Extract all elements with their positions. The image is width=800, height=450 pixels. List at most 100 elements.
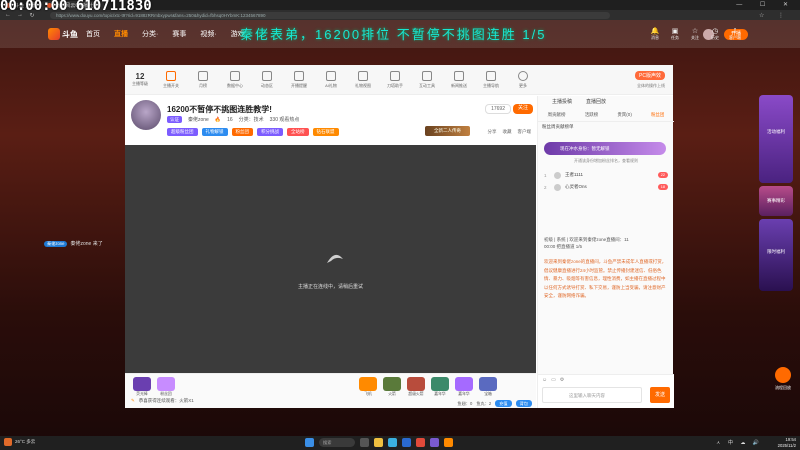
client-button[interactable]: 客户端 (518, 129, 532, 135)
rank-row[interactable]: 1 王者1111 22 (544, 170, 668, 180)
room-badge[interactable]: 积分挑战 (257, 128, 283, 136)
toolbar-item[interactable]: 月榜 (187, 70, 219, 89)
gift-item[interactable]: 火箭 (381, 377, 403, 397)
promo-banner[interactable]: 全新二人传奇 (425, 126, 470, 136)
chat-notice: 欢迎来到秦佬zone的直播间，斗鱼严禁未成年人直播或打赏，倡议健康直播进行24小… (544, 259, 667, 298)
share-button[interactable]: 分享 (488, 129, 497, 135)
gift-item[interactable]: 嘉年华 (453, 377, 475, 397)
favorite-button[interactable]: 收藏 (503, 129, 512, 135)
tab-replay[interactable]: 直播回放 (586, 98, 606, 105)
toolbar-item[interactable]: 主播导航 (475, 70, 507, 89)
level-num: 16 (227, 116, 233, 123)
toolbar-item[interactable]: 礼物视图 (347, 70, 379, 89)
tab-uploads[interactable]: 主播投稿 (552, 98, 572, 105)
video-player[interactable]: 主播正在连线中，请稍后重试 (125, 145, 536, 373)
clock-icon: ◷ (711, 28, 719, 35)
gift-item[interactable]: 荧光棒 (131, 377, 153, 397)
chat-input[interactable]: 这里输入聊天内容 (542, 387, 642, 403)
stream-overlay-marquee: 秦佬表弟，16200排位 不暂停不挑图连胜 1/5 (240, 27, 547, 42)
nav-category[interactable]: 分类· (142, 29, 158, 39)
system-tray[interactable]: ㅅ 中 ☁ 🔊 (716, 439, 762, 446)
room-badge[interactable]: 全站榜 (287, 128, 309, 136)
header-icon-history[interactable]: ◷ 历史 (708, 27, 722, 41)
backpack-button[interactable]: 背包 (515, 400, 532, 407)
recharge-button[interactable]: 充值 (495, 400, 512, 407)
gift-item[interactable]: 嘉年华 (429, 377, 451, 397)
emoji-icon[interactable]: ☺ (542, 377, 547, 383)
gift-icon (383, 377, 401, 391)
fan-badge: 秦佬zone (44, 240, 68, 247)
send-button[interactable]: 发送 (650, 387, 670, 403)
browser-extension-icons[interactable]: ☆ ⋮ (759, 12, 790, 19)
gift-item[interactable]: 宝箱 (477, 377, 499, 397)
header-icon-bell[interactable]: 🔔 消息 (648, 27, 662, 41)
douyu-app-icon[interactable] (444, 438, 453, 447)
nav-home[interactable]: 首页 (86, 29, 100, 39)
gift-icon (157, 377, 175, 391)
alarm-icon (294, 70, 304, 81)
main-nav: 首页 直播 分类· 赛事 视频· 游戏 (86, 29, 245, 39)
fish-ball-balance: 鱼丸：2 (476, 400, 492, 406)
settings-icon[interactable]: ⚙ (560, 377, 564, 383)
app-icon[interactable] (430, 438, 439, 447)
streamer-avatar[interactable] (131, 100, 161, 130)
store-icon[interactable] (402, 438, 411, 447)
toolbar-item[interactable]: 刀塔助手 (379, 70, 411, 89)
room-badge[interactable]: 钻石联盟 (312, 128, 339, 136)
taskbar-search[interactable]: 搜索 (319, 438, 355, 447)
tab-fan-club[interactable]: 粉丝团 (651, 112, 665, 118)
anchor-level: 12 主播等级 (132, 72, 148, 86)
site-logo[interactable]: 斗鱼 (48, 27, 78, 41)
ai-icon (326, 70, 336, 81)
sidebar-top-tabs: 主播投稿 直播回放 (538, 98, 674, 105)
toolbar-item[interactable]: 新闻推送 (443, 70, 475, 89)
gift-item[interactable]: 超级火箭 (405, 377, 427, 397)
edge-icon[interactable] (388, 438, 397, 447)
header-icon-follow[interactable]: ☆ 关注 (688, 27, 702, 41)
toolbar-item[interactable]: 数据中心 (219, 70, 251, 89)
chrome-icon[interactable] (416, 438, 425, 447)
gift-item[interactable]: 飞机 (357, 377, 379, 397)
window-controls[interactable]: — ☐ ✕ (736, 1, 796, 8)
vip-status-bar[interactable]: 现在冲水身份：暂无解锁 (544, 142, 666, 155)
gift-item[interactable]: 粉丝团 (155, 377, 177, 397)
rank-row[interactable]: 2 心灵者Ons 18 (544, 182, 668, 192)
rail-promo[interactable]: 限时福利 (759, 219, 793, 291)
streamer-name[interactable]: 秦佬zone (188, 116, 209, 123)
task-view-icon[interactable] (360, 438, 369, 447)
toolbar-item[interactable]: 动态区 (251, 70, 283, 89)
fish-fin-balance: 鱼翅：0 (457, 400, 473, 406)
weather-widget[interactable]: 26°C 多云 (4, 438, 35, 446)
toolbar-item[interactable]: 开播提醒 (283, 70, 315, 89)
rail-promo[interactable]: 赛事精彩 (759, 186, 793, 216)
pc-effect[interactable]: PC版声效 全体的操作上线 (635, 71, 665, 89)
room-badge[interactable]: 粉丝团 (231, 128, 253, 136)
tab-vip[interactable]: 贵宾(0) (617, 112, 632, 118)
toolbar-item[interactable]: 更多 (507, 70, 539, 89)
tools-icon (422, 70, 432, 81)
gift-icon (133, 377, 151, 391)
image-icon[interactable]: ▭ (551, 377, 556, 383)
toolbar-item[interactable]: AI礼物 (315, 70, 347, 89)
news-icon (454, 70, 464, 81)
header-icon-task[interactable]: ▣ 任务 (668, 27, 682, 41)
toolbar-item[interactable]: 主播开关 (155, 70, 187, 89)
nav-video[interactable]: 视频· (200, 29, 216, 39)
header-icon-client[interactable]: ⇩ 客户端 (728, 27, 742, 41)
tab-active-rank[interactable]: 活跃榜 (585, 112, 599, 118)
floating-replay[interactable]: 流程回放 (772, 367, 794, 397)
avatar (554, 183, 561, 191)
toolbar-item[interactable]: 互动工具 (411, 70, 443, 89)
nav-live[interactable]: 直播 (114, 29, 128, 39)
room-badge[interactable]: 超级粉丝团 (167, 128, 198, 136)
gift-icon (407, 377, 425, 391)
nav-events[interactable]: 赛事 (172, 29, 186, 39)
category-link[interactable]: 分类：技术 (239, 116, 264, 123)
system-clock[interactable]: 19:54 2025/11/2 (778, 437, 796, 448)
file-explorer-icon[interactable] (374, 438, 383, 447)
room-badge[interactable]: 礼物解锁 (201, 128, 228, 136)
rail-promo[interactable]: 活动福利 (759, 95, 793, 183)
windows-start-icon[interactable] (305, 438, 314, 447)
tab-week-rank[interactable]: 周贡献榜 (548, 112, 566, 118)
follow-button[interactable]: 关注 (512, 104, 533, 114)
